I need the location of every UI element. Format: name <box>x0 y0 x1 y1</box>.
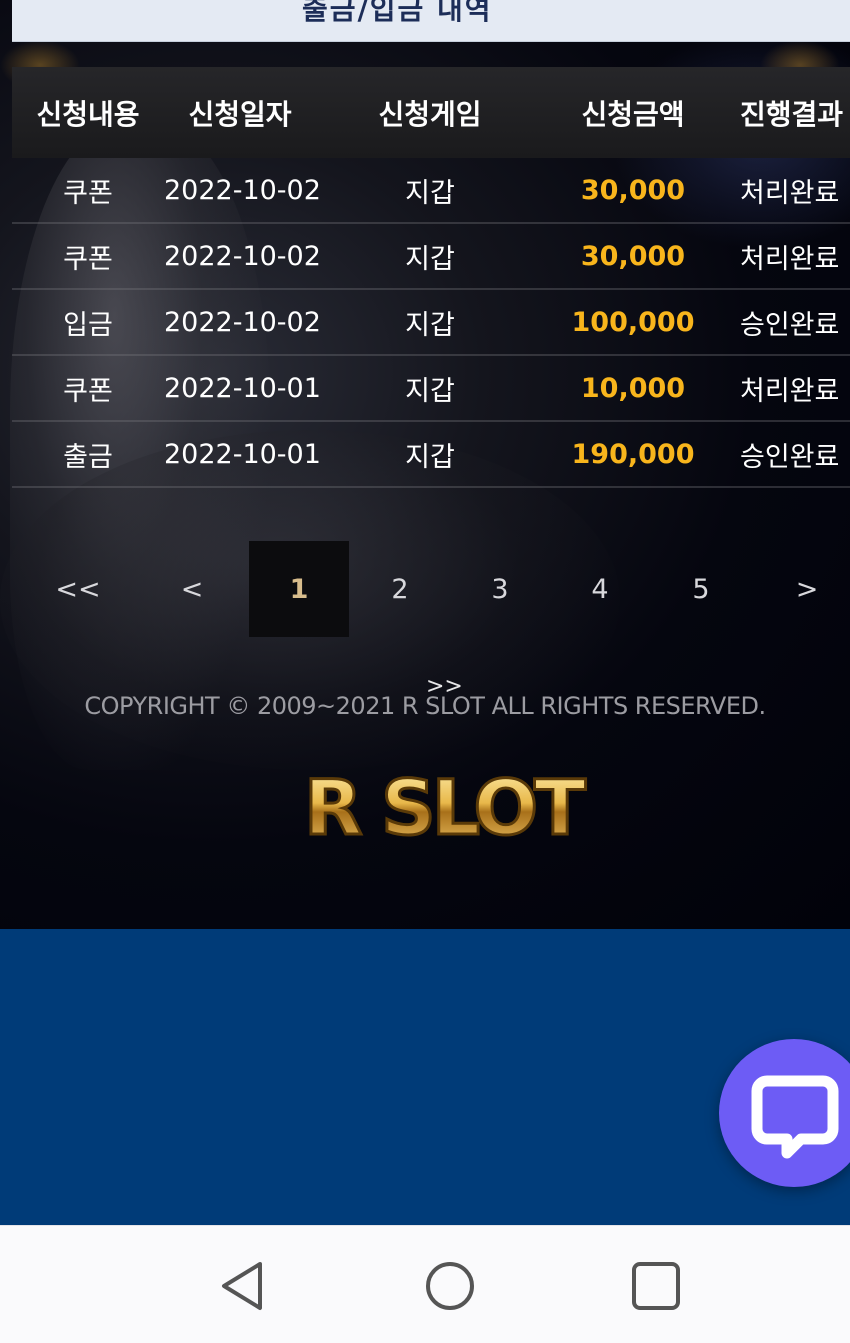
cell-result: 승인완료 <box>740 441 840 473</box>
table-row: 쿠폰 2022-10-02 지갑 30,000 처리완료 <box>12 224 850 290</box>
table-row: 출금 2022-10-01 지갑 190,000 승인완료 <box>12 422 850 488</box>
cell-type: 쿠폰 <box>63 375 113 407</box>
cell-amount: 10,000 <box>580 372 686 404</box>
cell-type: 입금 <box>63 309 113 341</box>
pagination: << < 1 2 3 4 5 > <box>12 541 850 637</box>
cell-amount: 190,000 <box>571 438 695 470</box>
cell-game: 지갑 <box>405 243 455 275</box>
cell-result: 승인완료 <box>740 309 840 341</box>
col-header-date: 신청일자 <box>188 97 292 131</box>
table-row: 입금 2022-10-02 지갑 100,000 승인완료 <box>12 290 850 356</box>
copyright-text: COPYRIGHT © 2009~2021 R SLOT ALL RIGHTS … <box>84 692 766 720</box>
section-title-bar: 출금/입금 내역 <box>12 0 850 42</box>
cell-result: 처리완료 <box>740 177 840 209</box>
page-4-button[interactable]: 4 <box>550 541 650 637</box>
cell-amount: 30,000 <box>580 240 686 272</box>
cell-type: 출금 <box>63 441 113 473</box>
col-header-result: 진행결과 <box>740 97 844 131</box>
cell-game: 지갑 <box>405 177 455 209</box>
cell-game: 지갑 <box>405 309 455 341</box>
history-table: 신청내용 신청일자 신청게임 신청금액 진행결과 쿠폰 2022-10-02 지… <box>12 67 850 488</box>
table-row: 쿠폰 2022-10-01 지갑 10,000 처리완료 <box>12 356 850 422</box>
col-header-type: 신청내용 <box>36 97 140 131</box>
chat-button[interactable] <box>719 1039 850 1187</box>
cell-result: 처리완료 <box>740 243 840 275</box>
cell-type: 쿠폰 <box>63 177 113 209</box>
android-nav-bar <box>0 1225 850 1343</box>
cell-amount: 30,000 <box>580 174 686 206</box>
cell-game: 지갑 <box>405 441 455 473</box>
recents-icon[interactable] <box>624 1254 688 1318</box>
page-first-button[interactable]: << <box>28 541 128 637</box>
cell-date: 2022-10-02 <box>164 306 321 338</box>
cell-date: 2022-10-01 <box>164 372 321 404</box>
cell-date: 2022-10-02 <box>164 240 321 272</box>
chat-bubble-icon <box>751 1075 839 1159</box>
col-header-game: 신청게임 <box>378 97 482 131</box>
page-1-button[interactable]: 1 <box>249 541 349 637</box>
page-5-button[interactable]: 5 <box>651 541 751 637</box>
logo-text: R SLOT <box>304 763 586 847</box>
cell-date: 2022-10-01 <box>164 438 321 470</box>
cell-amount: 100,000 <box>571 306 695 338</box>
section-title: 출금/입금 내역 <box>302 0 493 26</box>
page-next-button[interactable]: > <box>757 541 850 637</box>
table-header: 신청내용 신청일자 신청게임 신청금액 진행결과 <box>12 67 850 158</box>
cell-type: 쿠폰 <box>63 243 113 275</box>
page-3-button[interactable]: 3 <box>450 541 550 637</box>
page-2-button[interactable]: 2 <box>350 541 450 637</box>
cell-game: 지갑 <box>405 375 455 407</box>
rslot-logo: R SLOT <box>303 762 591 847</box>
page-prev-button[interactable]: < <box>142 541 242 637</box>
col-header-amount: 신청금액 <box>581 97 685 131</box>
cell-date: 2022-10-02 <box>164 174 321 206</box>
home-icon[interactable] <box>418 1254 482 1318</box>
table-row: 쿠폰 2022-10-02 지갑 30,000 처리완료 <box>12 158 850 224</box>
back-icon[interactable] <box>210 1254 274 1318</box>
cell-result: 처리완료 <box>740 375 840 407</box>
